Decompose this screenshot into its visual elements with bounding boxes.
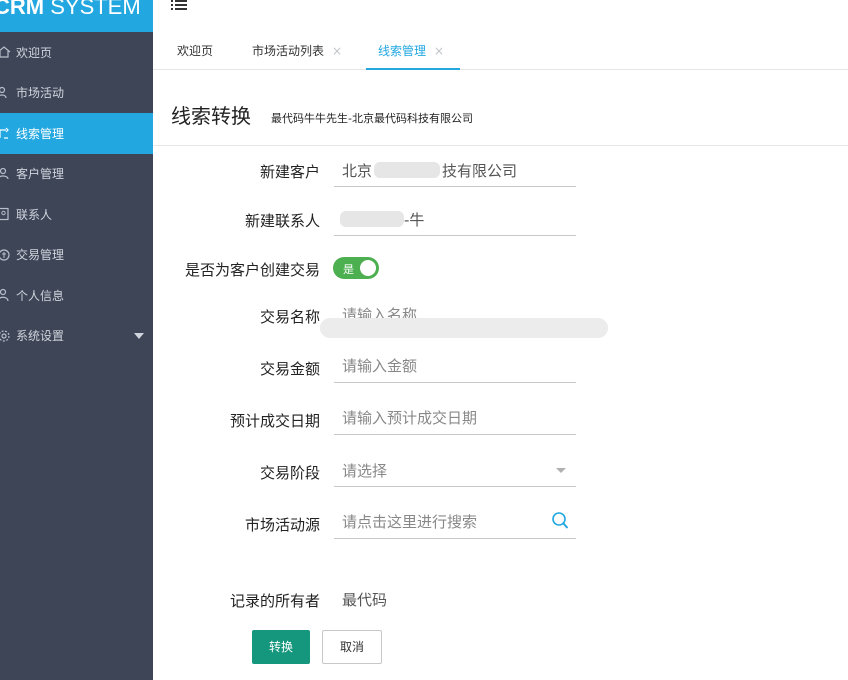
- cancel-button[interactable]: 取消: [322, 630, 382, 664]
- chevron-down-icon: [134, 332, 144, 339]
- tab-bar: 欢迎页 市场活动列表 × 线索管理 ×: [153, 32, 848, 70]
- sidebar-menu: 欢迎页 市场活动 线索管理 客户管理 联系人 交易管理 个人信息 系统设置: [0, 32, 153, 356]
- redacted-blur: [320, 318, 608, 338]
- create-deal-toggle[interactable]: 是: [333, 257, 379, 279]
- page-title: 线索转换: [171, 104, 251, 128]
- sidebar-item-label: 线索管理: [16, 126, 65, 141]
- deal-amount-input[interactable]: [342, 353, 542, 379]
- tab-clue-management[interactable]: 线索管理 ×: [365, 32, 461, 70]
- deal-stage-label: 交易阶段: [259, 464, 320, 482]
- campaign-source-input[interactable]: [342, 509, 542, 535]
- record-owner-field: 最代码: [334, 582, 576, 616]
- new-contact-value: -牛: [404, 211, 425, 229]
- redacted-blur: [374, 162, 440, 178]
- toggle-text: 是: [343, 263, 354, 276]
- logo-bold: CRM: [0, 0, 45, 19]
- user-icon: [0, 288, 11, 302]
- sidebar-item-contacts[interactable]: 联系人: [0, 194, 153, 235]
- sidebar-item-marketing[interactable]: 市场活动: [0, 73, 153, 114]
- sidebar-item-label: 欢迎页: [16, 45, 53, 60]
- campaign-source-label: 市场活动源: [244, 516, 320, 534]
- new-contact-label: 新建联系人: [244, 212, 320, 230]
- customer-icon: [0, 167, 11, 181]
- sidebar-item-label: 个人信息: [16, 288, 65, 303]
- expected-date-field[interactable]: [334, 401, 576, 435]
- tab-welcome[interactable]: 欢迎页: [177, 32, 213, 70]
- transaction-icon: [0, 248, 11, 262]
- tab-label: 线索管理: [378, 44, 427, 58]
- expected-date-label: 预计成交日期: [229, 412, 320, 430]
- expected-date-input[interactable]: [342, 405, 542, 431]
- deal-name-label: 交易名称: [259, 308, 320, 326]
- sidebar-item-label: 客户管理: [16, 167, 65, 182]
- deal-amount-label: 交易金额: [259, 360, 320, 378]
- new-contact-field[interactable]: -牛: [334, 202, 576, 236]
- page-header: 线索转换 最代码牛牛先生-北京最代码科技有限公司: [153, 70, 848, 146]
- sidebar-item-transactions[interactable]: 交易管理: [0, 235, 153, 276]
- sidebar-item-settings[interactable]: 系统设置: [0, 316, 153, 357]
- sidebar-item-label: 系统设置: [16, 329, 65, 344]
- sidebar-item-clues[interactable]: 线索管理: [0, 113, 153, 154]
- tab-label: 欢迎页: [177, 44, 214, 58]
- settings-icon: [0, 329, 11, 343]
- create-deal-label: 是否为客户创建交易: [184, 261, 320, 279]
- sidebar-item-customers[interactable]: 客户管理: [0, 154, 153, 195]
- sidebar: CRM SYSTEM 欢迎页 市场活动 线索管理 客户管理 联系人 交易管理 个…: [0, 0, 153, 680]
- new-customer-field[interactable]: 北京 技有限公司: [334, 153, 576, 187]
- record-owner-label: 记录的所有者: [229, 592, 320, 610]
- sidebar-item-label: 市场活动: [16, 86, 65, 101]
- redacted-blur: [340, 211, 404, 227]
- top-bar: [153, 0, 848, 32]
- record-owner-value: 最代码: [342, 591, 388, 609]
- sidebar-item-profile[interactable]: 个人信息: [0, 275, 153, 316]
- new-customer-label: 新建客户: [259, 163, 320, 181]
- tab-marketing-list[interactable]: 市场活动列表 ×: [252, 32, 342, 70]
- menu-toggle-icon[interactable]: [171, 0, 187, 12]
- contact-icon: [0, 207, 11, 221]
- users-icon: [0, 86, 11, 100]
- convert-button[interactable]: 转换: [252, 630, 310, 664]
- chevron-down-icon: [556, 468, 566, 473]
- sidebar-item-label: 交易管理: [16, 248, 65, 263]
- sidebar-item-welcome[interactable]: 欢迎页: [0, 32, 153, 73]
- search-icon[interactable]: [551, 511, 569, 531]
- deal-stage-select[interactable]: 请选择: [334, 453, 576, 487]
- home-icon: [0, 45, 11, 59]
- app-logo[interactable]: CRM SYSTEM: [0, 0, 153, 32]
- deal-stage-value: 请选择: [342, 462, 388, 480]
- clue-icon: [0, 126, 11, 140]
- toggle-knob: [360, 260, 376, 276]
- logo-rest: SYSTEM: [44, 0, 141, 19]
- new-customer-value-b: 技有限公司: [442, 162, 518, 180]
- page-subtitle: 最代码牛牛先生-北京最代码科技有限公司: [271, 112, 473, 125]
- deal-amount-field[interactable]: [334, 349, 576, 383]
- sidebar-item-label: 联系人: [16, 207, 53, 222]
- tab-label: 市场活动列表: [252, 44, 325, 58]
- close-icon[interactable]: ×: [332, 44, 342, 58]
- campaign-source-field[interactable]: [334, 505, 576, 539]
- new-customer-value-a: 北京: [342, 162, 373, 180]
- close-icon[interactable]: ×: [434, 44, 444, 58]
